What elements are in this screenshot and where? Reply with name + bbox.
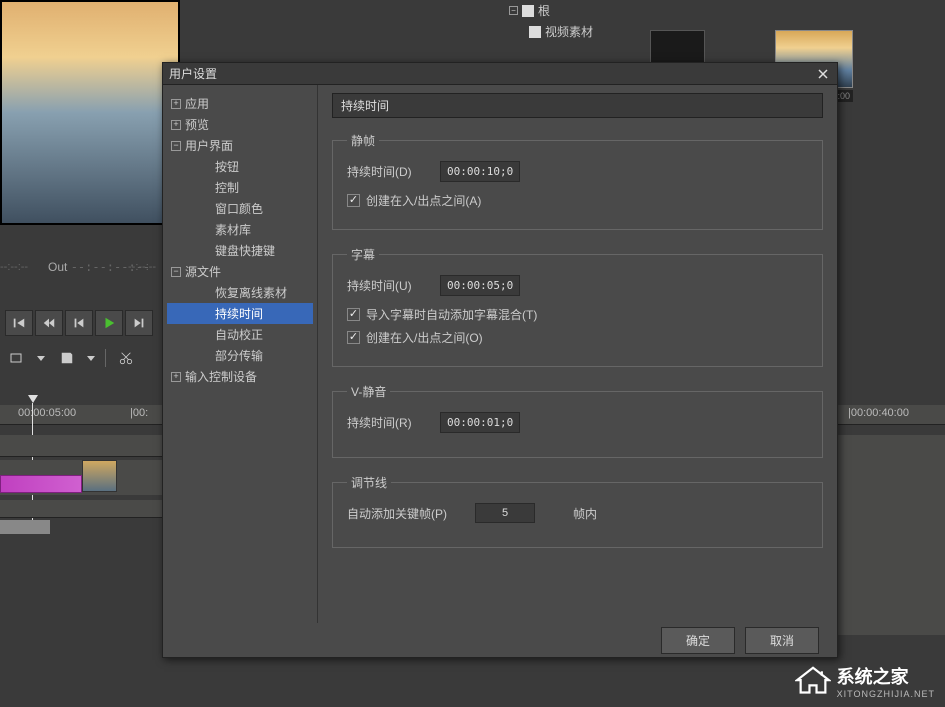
nav-ui-control[interactable]: 控制 <box>167 177 313 198</box>
bin-child-item[interactable]: 视频素材 <box>505 21 635 42</box>
settings-content-panel: 持续时间 静帧 持续时间(D) 创建在入/出点之间(A) 字幕 持续时间(U) <box>318 85 837 623</box>
nav-ui-colors[interactable]: 窗口颜色 <box>167 198 313 219</box>
tool-dropdown-1[interactable] <box>37 354 47 362</box>
skip-back-button[interactable] <box>5 310 33 336</box>
dialog-titlebar[interactable]: 用户设置 <box>163 63 837 85</box>
nav-input-devices[interactable]: +输入控制设备 <box>167 366 313 387</box>
expand-icon[interactable]: + <box>171 99 181 109</box>
subtitle-automix-label: 导入字幕时自动添加字幕混合(T) <box>366 306 537 323</box>
still-inout-label: 创建在入/出点之间(A) <box>366 192 481 209</box>
rewind-button[interactable] <box>35 310 63 336</box>
watermark-title: 系统之家 <box>837 663 935 689</box>
left-tc-readout: --:--:-- <box>0 260 28 273</box>
timeline-tick-1: 00:00:05:00 <box>18 407 76 419</box>
rubber-suffix-label: 帧内 <box>573 505 597 522</box>
subtitle-automix-checkbox[interactable] <box>347 308 360 321</box>
subtitle-inout-label: 创建在入/出点之间(O) <box>366 329 483 346</box>
step-back-button[interactable] <box>65 310 93 336</box>
collapse-icon[interactable]: − <box>509 6 518 15</box>
still-duration-input[interactable] <box>440 161 520 182</box>
cut-icon[interactable] <box>114 348 138 368</box>
close-icon <box>817 68 829 80</box>
step-fwd-button[interactable] <box>125 310 153 336</box>
nav-src-offline[interactable]: 恢复离线素材 <box>167 282 313 303</box>
settings-tree-nav: +应用 +预览 −用户界面 按钮 控制 窗口颜色 素材库 键盘快捷键 −源文件 … <box>163 85 318 623</box>
toolbar-divider <box>105 349 106 367</box>
house-icon <box>795 666 831 696</box>
collapse-icon[interactable]: − <box>171 267 181 277</box>
play-button[interactable] <box>95 310 123 336</box>
timeline-track-1[interactable] <box>0 435 180 457</box>
clip-thumbnail[interactable] <box>82 460 117 492</box>
bin-root-label: 根 <box>538 2 550 19</box>
timeline-tick-2: |00: <box>130 407 148 419</box>
editor-toolbar <box>5 348 138 368</box>
user-settings-dialog: 用户设置 +应用 +预览 −用户界面 按钮 控制 窗口颜色 素材库 键盘快捷键 … <box>162 62 838 658</box>
nav-application[interactable]: +应用 <box>167 93 313 114</box>
watermark: 系统之家 XITONGZHIJIA.NET <box>795 663 935 699</box>
rubber-legend: 调节线 <box>347 474 391 491</box>
timeline-clip[interactable] <box>0 475 82 493</box>
dialog-title: 用户设置 <box>169 65 217 82</box>
nav-ui[interactable]: −用户界面 <box>167 135 313 156</box>
bin-root-item[interactable]: − 根 <box>505 0 635 21</box>
transport-controls <box>5 310 153 336</box>
nav-src-duration[interactable]: 持续时间 <box>167 303 313 324</box>
right-tc-readout: --:--:-- <box>128 260 156 273</box>
vmute-duration-input[interactable] <box>440 412 520 433</box>
vmute-duration-label: 持续时间(R) <box>347 414 422 431</box>
preview-monitor <box>0 0 180 225</box>
still-inout-checkbox[interactable] <box>347 194 360 207</box>
nav-src-autocorrect[interactable]: 自动校正 <box>167 324 313 345</box>
expand-icon[interactable]: + <box>171 120 181 130</box>
still-duration-label: 持续时间(D) <box>347 163 422 180</box>
bin-video-label: 视频素材 <box>545 23 593 40</box>
subtitle-fieldset: 字幕 持续时间(U) 导入字幕时自动添加字幕混合(T) 创建在入/出点之间(O) <box>332 246 823 367</box>
nav-ui-button[interactable]: 按钮 <box>167 156 313 177</box>
rubber-frames-input[interactable] <box>475 503 535 523</box>
subtitle-legend: 字幕 <box>347 246 379 263</box>
timeline-track-4[interactable] <box>0 520 50 534</box>
subtitle-duration-input[interactable] <box>440 275 520 296</box>
panel-header: 持续时间 <box>332 93 823 118</box>
save-icon[interactable] <box>55 348 79 368</box>
nav-src-partial[interactable]: 部分传输 <box>167 345 313 366</box>
save-dropdown[interactable] <box>87 354 97 362</box>
dialog-button-bar: 确定 取消 <box>163 623 837 657</box>
preview-image <box>2 2 178 223</box>
playhead-marker-icon[interactable] <box>28 395 38 403</box>
rubber-auto-label: 自动添加关键帧(P) <box>347 505 457 522</box>
subtitle-duration-label: 持续时间(U) <box>347 277 422 294</box>
still-legend: 静帧 <box>347 132 379 149</box>
subtitle-inout-checkbox[interactable] <box>347 331 360 344</box>
timeline-track-3[interactable] <box>0 500 180 518</box>
nav-source[interactable]: −源文件 <box>167 261 313 282</box>
nav-preview[interactable]: +预览 <box>167 114 313 135</box>
still-fieldset: 静帧 持续时间(D) 创建在入/出点之间(A) <box>332 132 823 230</box>
vmute-legend: V-静音 <box>347 383 390 400</box>
vmute-fieldset: V-静音 持续时间(R) <box>332 383 823 458</box>
collapse-icon[interactable]: − <box>171 141 181 151</box>
folder-icon <box>529 26 541 38</box>
rubber-fieldset: 调节线 自动添加关键帧(P) 帧内 <box>332 474 823 548</box>
folder-icon <box>522 5 534 17</box>
watermark-subtitle: XITONGZHIJIA.NET <box>837 689 935 699</box>
tool-button-1[interactable] <box>5 348 29 368</box>
close-button[interactable] <box>815 66 831 82</box>
expand-icon[interactable]: + <box>171 372 181 382</box>
nav-ui-bin[interactable]: 素材库 <box>167 219 313 240</box>
ok-button[interactable]: 确定 <box>661 627 735 654</box>
right-timeline-tracks[interactable] <box>838 435 945 635</box>
nav-ui-keyboard[interactable]: 键盘快捷键 <box>167 240 313 261</box>
bin-tree: − 根 视频素材 <box>505 0 635 42</box>
cancel-button[interactable]: 取消 <box>745 627 819 654</box>
right-timeline-tick: |00:00:40:00 <box>848 407 909 419</box>
